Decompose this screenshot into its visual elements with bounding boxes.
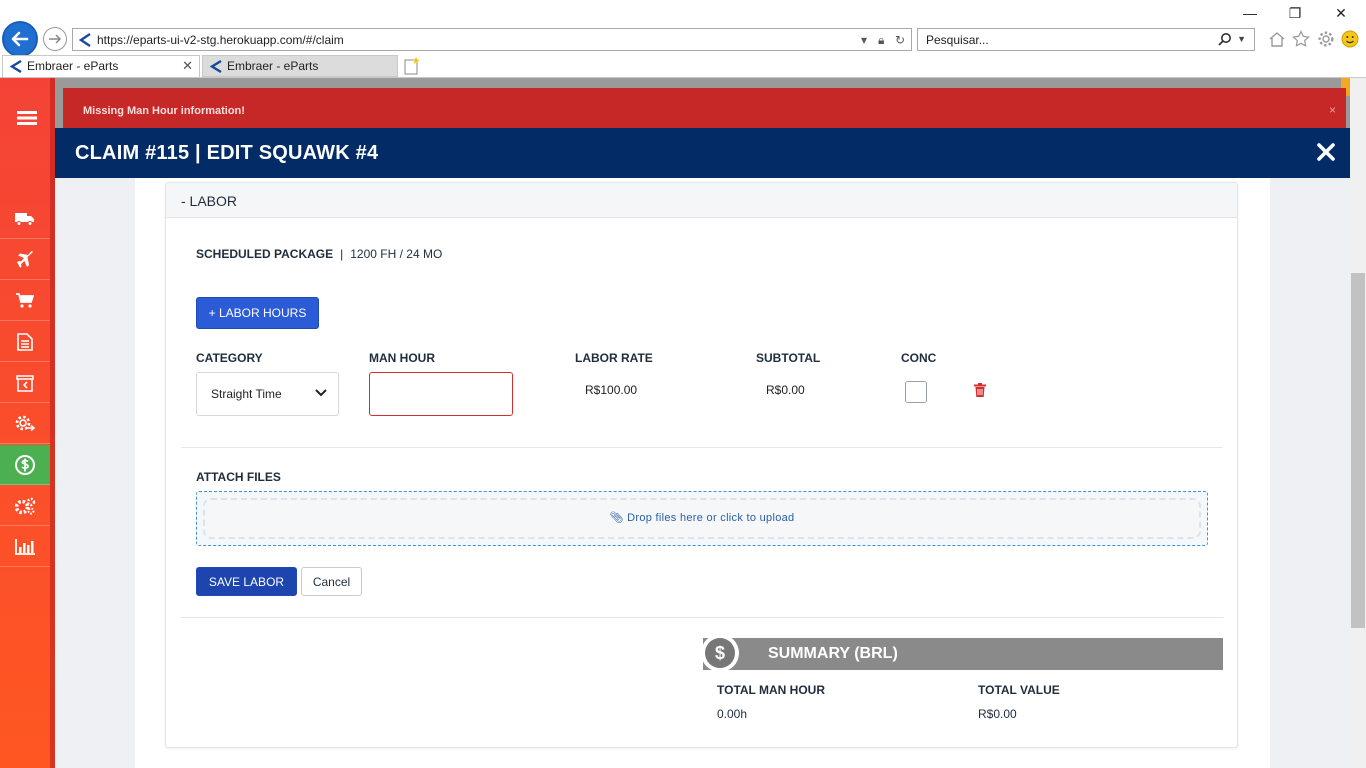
dropzone-text: Drop files here or click to upload [627,512,795,524]
refresh-icon[interactable]: ↻ [895,33,905,47]
row-divider [181,447,1223,448]
close-window-button[interactable]: ✕ [1331,5,1351,22]
tab-eparts[interactable]: Embraer - eParts [202,55,398,77]
tab-label: Embraer - eParts [227,59,319,73]
tab-close-icon[interactable]: ✕ [182,58,193,74]
cart-icon [16,292,34,308]
tab-label: Embraer - eParts [27,59,119,73]
total-man-hour-value: 0.00h [717,707,748,721]
home-icon[interactable] [1268,30,1286,48]
scheduled-package: SCHEDULED PACKAGE | 1200 FH / 24 MO [196,247,442,261]
airplane-icon [17,250,33,268]
lock-icon: 🔒︎ [878,33,885,47]
document-icon [17,332,33,351]
sidebar-item-documents[interactable] [0,322,50,362]
total-value-value: R$0.00 [978,707,1017,721]
tab-favicon-icon [9,60,22,73]
labor-card: - LABOR SCHEDULED PACKAGE | 1200 FH / 24 M… [165,182,1238,748]
smiley-feedback-icon[interactable] [1341,30,1359,48]
dropzone-label: 📎︎ Drop files here or click to upload [197,511,1207,524]
subtotal-value: R$0.00 [766,383,805,397]
paperclip-icon: 📎︎ [609,512,628,524]
trash-icon[interactable] [974,383,986,397]
menu-icon[interactable] [17,110,37,131]
file-dropzone[interactable]: 📎︎ Drop files here or click to upload [196,491,1208,546]
favorites-star-icon[interactable] [1292,30,1310,48]
save-labor-button[interactable]: SAVE LABOR [196,567,297,596]
alert-message: Missing Man Hour information! [83,105,245,117]
category-select[interactable]: Straight Time [196,372,339,416]
search-dropdown-icon[interactable]: ▼ [1237,34,1246,44]
error-alert: Missing Man Hour information! × [63,88,1346,130]
modal-content: - LABOR SCHEDULED PACKAGE | 1200 FH / 24 M… [135,178,1270,768]
bar-chart-icon [15,538,35,555]
sidebar-item-cart[interactable] [0,281,50,321]
sidebar-item-shipping[interactable] [0,199,50,239]
labor-section-title: - LABOR [181,193,238,209]
scheduled-package-label: SCHEDULED PACKAGE [196,247,334,261]
minimize-button[interactable]: — [1240,5,1260,21]
attach-files-title: ATTACH FILES [196,470,281,484]
gears-icon [14,497,36,514]
app-page: Missing Man Hour information! × CLAIM #1… [0,78,1366,768]
dropdown-icon[interactable]: ▾ [861,33,867,47]
conc-header: CONC [901,351,937,365]
dollar-badge-icon: $ [701,634,739,672]
truck-icon [15,212,34,226]
gear-arrows-icon [15,415,35,431]
close-icon[interactable] [1314,140,1338,164]
labor-rate-value: R$100.00 [585,383,638,397]
sidebar [0,78,55,768]
scheduled-separator: | [340,247,344,261]
modal-header: CLAIM #115 | EDIT SQUAWK #4 [55,128,1366,178]
summary-title: SUMMARY (BRL) [768,645,898,662]
restore-button[interactable]: ❐ [1285,5,1305,22]
total-value-label: TOTAL VALUE [978,683,1060,697]
total-man-hour-label: TOTAL MAN HOUR [717,683,825,697]
dollar-sign: $ [705,638,735,668]
subtotal-header: SUBTOTAL [756,351,821,365]
sidebar-item-exchange[interactable] [0,404,50,444]
sidebar-item-settings[interactable] [0,486,50,526]
tab-favicon-icon [209,60,222,73]
back-button[interactable] [2,21,38,57]
summary-divider [181,617,1223,618]
dollar-icon [15,454,35,475]
arrow-left-icon [11,31,29,47]
category-value: Straight Time [211,387,282,401]
sidebar-item-returns[interactable] [0,363,50,403]
search-icon[interactable] [1218,32,1232,46]
new-tab-icon[interactable] [402,56,422,76]
page-scrollbar[interactable] [1350,78,1366,768]
site-favicon-icon [78,33,91,47]
alert-close-icon[interactable]: × [1329,103,1336,117]
browser-chrome: — ❐ ✕ https://eparts-ui-v2-stg.herokuapp… [0,0,1366,78]
address-bar[interactable]: https://eparts-ui-v2-stg.herokuapp.com/#… [72,28,912,51]
box-return-icon [16,374,34,392]
conc-checkbox[interactable] [905,381,927,403]
labor-rate-header: LABOR RATE [575,351,653,365]
scheduled-package-value: 1200 FH / 24 MO [350,247,443,261]
category-header: CATEGORY [196,351,263,365]
summary-header: SUMMARY (BRL) [703,638,1223,670]
settings-gear-icon[interactable] [1317,30,1335,48]
sidebar-item-claims[interactable] [0,445,50,485]
add-labor-hours-button[interactable]: + LABOR HOURS [196,297,319,329]
url-text: https://eparts-ui-v2-stg.herokuapp.com/#… [97,33,344,47]
man-hour-input[interactable] [369,372,513,416]
tab-eparts-active[interactable]: Embraer - eParts ✕ [2,55,200,77]
scrollbar-thumb[interactable] [1351,273,1365,628]
forward-button[interactable] [43,27,67,51]
man-hour-header: MAN HOUR [369,351,435,365]
search-placeholder: Pesquisar... [926,33,989,47]
modal-title: CLAIM #115 | EDIT SQUAWK #4 [75,142,379,164]
modal-body: - LABOR SCHEDULED PACKAGE | 1200 FH / 24 M… [55,178,1350,768]
sidebar-item-reports[interactable] [0,527,50,567]
cancel-button[interactable]: Cancel [301,567,362,596]
sidebar-item-aircraft[interactable] [0,240,50,280]
search-box[interactable]: Pesquisar... ▼ [917,28,1255,51]
chevron-down-icon [315,389,327,397]
labor-section-header[interactable]: - LABOR [166,183,1237,218]
arrow-right-icon [49,34,62,44]
